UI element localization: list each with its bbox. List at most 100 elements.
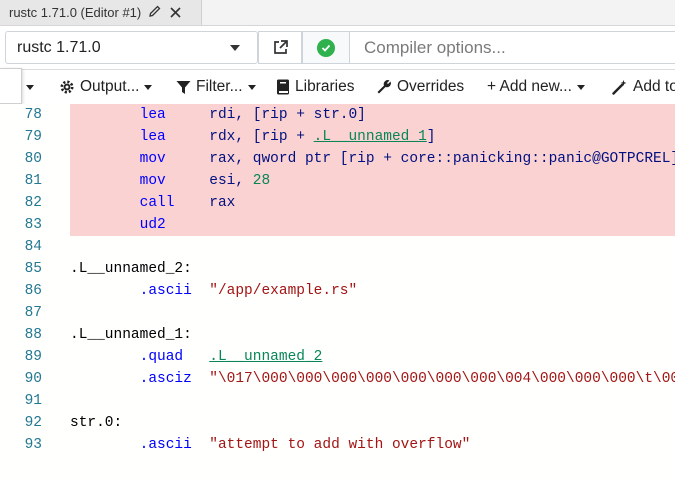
- label-link[interactable]: .L__unnamed_2: [209, 349, 322, 365]
- compiler-selected-label: rustc 1.71.0: [17, 38, 101, 56]
- code-token: ]: [426, 129, 436, 145]
- code-token: mov: [139, 173, 166, 189]
- code-line: 86 .ascii "/app/example.rs": [0, 280, 675, 302]
- pane-toolbar: Output... Filter... Libraries Overrides …: [0, 70, 675, 105]
- libraries-button[interactable]: Libraries: [276, 70, 354, 104]
- code-text: .ascii "/app/example.rs": [70, 280, 358, 302]
- code-text: mov esi, 28: [70, 170, 271, 192]
- code-token: .asciz: [139, 371, 192, 387]
- code-line: 88 .L__unnamed_1:: [0, 324, 675, 346]
- code-line: 87: [0, 302, 675, 324]
- code-line: 90 .asciz "\017\000\000\000\000\000\000\…: [0, 368, 675, 390]
- code-text: .quad .L__unnamed_2: [70, 346, 323, 368]
- tab-bar: rustc 1.71.0 (Editor #1): [0, 0, 675, 26]
- code-line: 89 .quad .L__unnamed_2: [0, 346, 675, 368]
- line-number: 83: [24, 217, 42, 233]
- add-new-menu-button[interactable]: + Add new...: [487, 70, 585, 104]
- pencil-icon[interactable]: [149, 5, 161, 20]
- add-tool-label: Add to: [633, 78, 675, 95]
- add-new-label: + Add new...: [487, 78, 572, 95]
- wrench-icon: [377, 80, 391, 94]
- line-number: 88: [24, 327, 42, 343]
- editor-tab[interactable]: rustc 1.71.0 (Editor #1): [0, 0, 202, 25]
- code-line: 78 lea rdi, [rip + str.0]: [0, 104, 675, 126]
- line-number: 91: [24, 393, 42, 409]
- tab-title: rustc 1.71.0 (Editor #1): [9, 5, 142, 20]
- caret-down-icon: [576, 84, 585, 90]
- code-text: .L__unnamed_2:: [70, 258, 192, 280]
- code-line: 79 lea rdx, [rip + .L__unnamed_1]: [0, 126, 675, 148]
- code-text: .L__unnamed_1:: [70, 324, 192, 346]
- code-token: rdx, [rip +: [209, 129, 314, 145]
- filter-menu-button[interactable]: Filter...: [176, 70, 256, 104]
- code-text: .asciz "\017\000\000\000\000\000\000\000…: [70, 368, 675, 390]
- code-line: 84: [0, 236, 675, 258]
- compiler-options-input[interactable]: [350, 31, 675, 64]
- code-text: .ascii "attempt to add with overflow": [70, 434, 471, 456]
- add-tool-button[interactable]: Add to: [612, 70, 675, 104]
- label-link[interactable]: .L__unnamed_1: [314, 129, 427, 145]
- code-text: mov rax, qword ptr [rip + core::panickin…: [70, 148, 675, 170]
- code-line: 85 .L__unnamed_2:: [0, 258, 675, 280]
- compiler-select[interactable]: rustc 1.71.0: [5, 31, 258, 64]
- code-token: esi,: [209, 173, 253, 189]
- toolbar-caret-button[interactable]: [26, 70, 34, 104]
- line-number: 82: [24, 195, 42, 211]
- code-token: .ascii: [139, 283, 192, 299]
- line-number: 86: [24, 283, 42, 299]
- popout-button[interactable]: [258, 31, 302, 64]
- code-text: str.0:: [70, 412, 122, 434]
- code-token: mov: [139, 151, 166, 167]
- line-number: 78: [24, 107, 42, 123]
- line-number: 93: [24, 437, 42, 453]
- gear-icon: [60, 80, 74, 94]
- code-line: 82 call rax: [0, 192, 675, 214]
- code-line: 83 ud2: [0, 214, 675, 236]
- floating-menu-edge: [0, 68, 22, 104]
- chevron-down-icon: [230, 45, 240, 51]
- code-token: call: [139, 195, 175, 211]
- check-circle-icon: [317, 38, 335, 57]
- line-number: 92: [24, 415, 42, 431]
- line-number: 81: [24, 173, 42, 189]
- close-icon[interactable]: [170, 5, 181, 21]
- code-line: 93 .ascii "attempt to add with overflow": [0, 434, 675, 456]
- code-token: "/app/example.rs": [209, 283, 358, 299]
- line-number: 87: [24, 305, 42, 321]
- code-token: "attempt to add with overflow": [209, 437, 471, 453]
- compiler-bar: rustc 1.71.0: [0, 26, 675, 70]
- libraries-label: Libraries: [295, 78, 355, 95]
- code-token: lea: [139, 107, 166, 123]
- overrides-label: Overrides: [397, 78, 465, 95]
- book-icon: [277, 79, 289, 95]
- code-token: 28: [252, 173, 271, 189]
- code-text: call rax: [70, 192, 236, 214]
- compile-status-button[interactable]: [302, 31, 350, 64]
- code-token: rax, qword ptr [rip + core::panicking::p…: [209, 151, 675, 167]
- line-number: 79: [24, 129, 42, 145]
- output-menu-button[interactable]: Output...: [59, 70, 153, 104]
- code-text: ud2: [70, 214, 166, 236]
- caret-down-icon: [144, 84, 153, 90]
- code-text: lea rdx, [rip + .L__unnamed_1]: [70, 126, 436, 148]
- assembly-editor[interactable]: 78 lea rdi, [rip + str.0] 79 lea rdx, [ri…: [0, 104, 675, 479]
- code-token: .L__unnamed_1:: [70, 327, 192, 343]
- magic-wand-icon: [612, 80, 627, 95]
- overrides-button[interactable]: Overrides: [376, 70, 464, 104]
- caret-down-icon: [26, 84, 34, 90]
